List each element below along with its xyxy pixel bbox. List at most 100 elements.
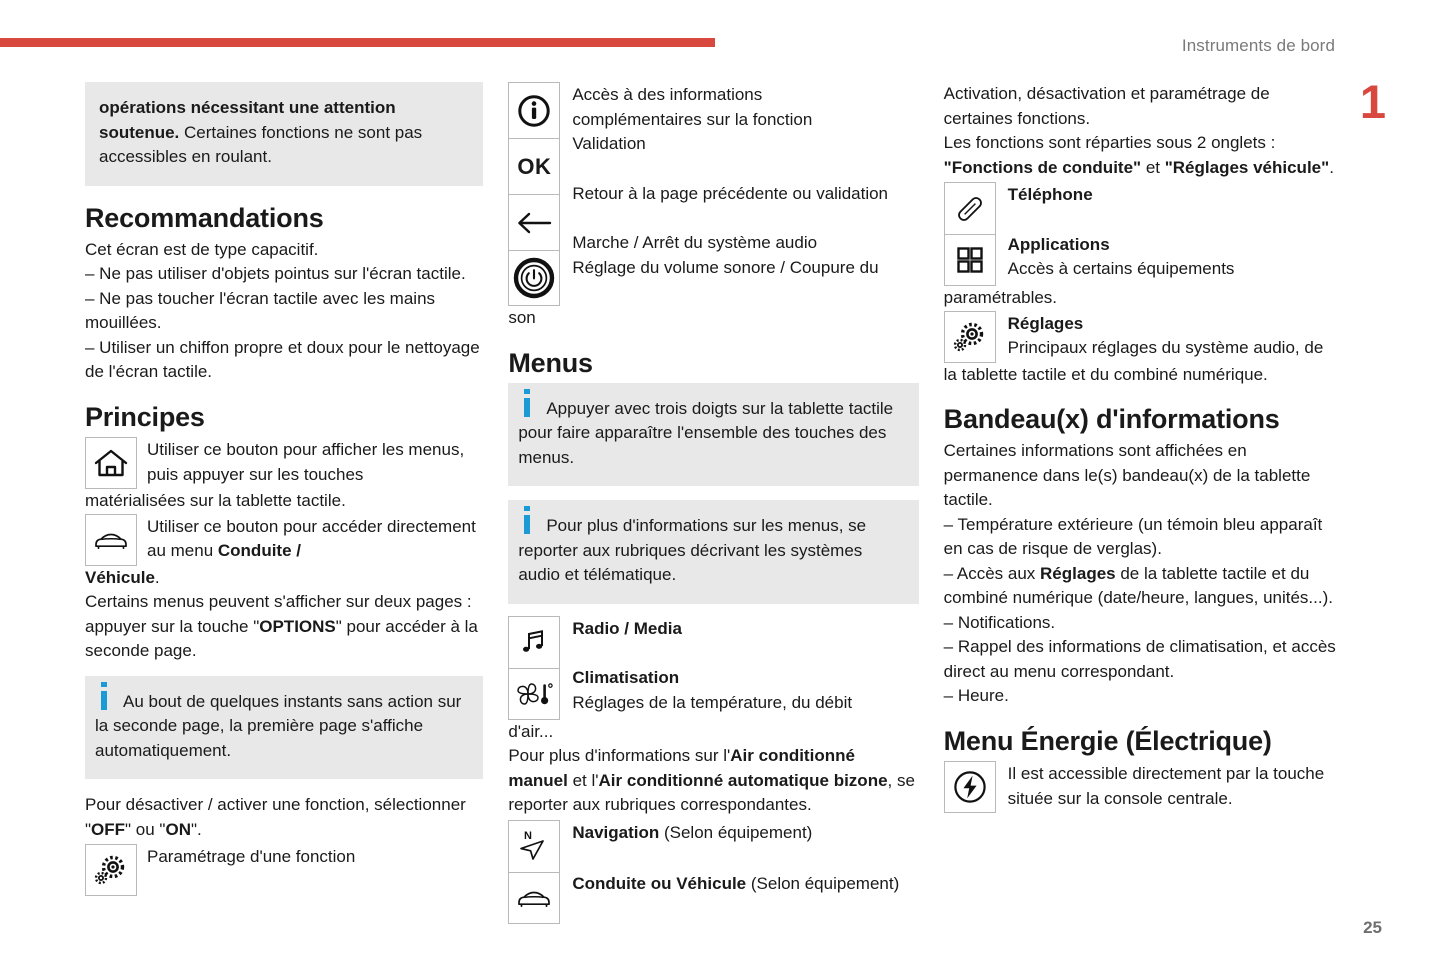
power-icon-box[interactable] xyxy=(508,250,561,306)
note-seconde-page-text: Au bout de quelques instants sans action… xyxy=(95,691,462,760)
col3-entries-group: Téléphone Applications Accès à certains … xyxy=(943,182,1340,286)
menu-icon-stack-2: N xyxy=(508,819,561,924)
column-middle: OK Accès à des informations complémentai… xyxy=(508,82,919,924)
tab-join: et xyxy=(1141,157,1165,177)
principes-car-period: . xyxy=(154,567,160,587)
col3-settings-title: Réglages xyxy=(1007,313,1084,333)
phone-icon-box[interactable] xyxy=(943,182,996,234)
bandeaux-bullet-2: – Accès aux Réglages de la tablette tact… xyxy=(944,562,1340,611)
home-icon-box[interactable] xyxy=(85,437,137,490)
car-icon xyxy=(92,529,130,551)
menu-entry-suffix-nav: (Selon équipement) xyxy=(659,822,813,842)
col3-settings-overflow: la tablette tactile et du combiné numéri… xyxy=(943,364,1268,384)
principes-gear-text: Paramétrage d'une fonction xyxy=(147,847,356,867)
note-box-seconde-page: Au bout de quelques instants sans action… xyxy=(85,675,484,780)
col3-entry-desc-apps: Accès à certains équipements xyxy=(1007,259,1235,278)
menu-entry-nav: Navigation (Selon équipement) xyxy=(572,821,918,846)
music-note-icon-box[interactable] xyxy=(508,615,561,668)
climate-fan-icon-box[interactable] xyxy=(508,667,561,720)
tab-label-1: "Fonctions de conduite" xyxy=(943,157,1142,177)
col3-entry-spacer xyxy=(1008,208,1340,233)
legend-power-overflow: son xyxy=(508,308,536,327)
principes-car-text: Utiliser ce bouton pour accéder directem… xyxy=(147,514,483,564)
gear-icon-box-reglages[interactable] xyxy=(943,310,996,363)
info-icon xyxy=(101,681,107,710)
gear-icon-box-principes[interactable] xyxy=(85,844,137,897)
col3-settings-row: Réglages Principaux réglages du système … xyxy=(943,310,1340,363)
toggle-off: OFF xyxy=(91,819,126,839)
principes-car-bold-2: Véhicule xyxy=(85,567,155,587)
col3-settings-desc: Principaux réglages du système audio, de xyxy=(1007,338,1324,357)
note-box-attention: opérations nécessitant une attention sou… xyxy=(85,82,484,186)
tab-label-2: "Réglages véhicule" xyxy=(1164,157,1330,177)
car-icon-box-principes[interactable] xyxy=(85,513,137,566)
tab-end: . xyxy=(1329,157,1334,177)
gear-icon xyxy=(93,854,129,886)
toggle-on: ON xyxy=(165,819,191,839)
navigation-icon-box[interactable]: N xyxy=(508,819,561,872)
legend-power-line-1: Marche / Arrêt du système audio xyxy=(572,233,818,252)
menu-entry-title-conduite: Conduite ou Véhicule xyxy=(572,874,747,894)
navigation-icon: N xyxy=(514,827,554,865)
principes-car-bold: Conduite / xyxy=(217,541,301,561)
clim-desc-overflow: d'air... xyxy=(508,721,554,741)
page-columns: opérations nécessitant une attention sou… xyxy=(85,82,1340,924)
bandeaux-b2-a: – Accès aux xyxy=(943,563,1041,583)
bandeaux-bullet-3: – Notifications. xyxy=(943,612,1056,632)
recommandations-bullet-1: – Ne pas utiliser d'objets pointus sur l… xyxy=(85,264,466,284)
principes-options-bold: OPTIONS xyxy=(259,616,336,636)
button-icon-stack: OK xyxy=(508,82,561,306)
column-right: Activation, désactivation et paramétrage… xyxy=(943,82,1340,924)
legend-back-line xyxy=(572,157,918,182)
apps-desc-overflow: paramétrables. xyxy=(943,288,1058,307)
energy-bolt-icon-box[interactable] xyxy=(943,761,996,814)
ok-icon: OK xyxy=(517,153,552,179)
col3-icon-stack xyxy=(943,182,996,286)
principes-toggle-text: Pour désactiver / activer une fonction, … xyxy=(85,793,483,842)
svg-text:N: N xyxy=(524,830,532,842)
menu-entry-title-radio: Radio / Media xyxy=(572,618,682,638)
legend-power-line-2: Réglage du volume sonore / Coupure du xyxy=(572,257,879,277)
info-circle-icon-box[interactable] xyxy=(508,82,561,138)
power-icon xyxy=(513,257,555,299)
col3-tabs-line: "Fonctions de conduite" et "Réglages véh… xyxy=(944,156,1340,181)
aircon-bold-2: manuel xyxy=(508,770,568,790)
col3-settings-texts: Réglages Principaux réglages du système … xyxy=(1008,311,1340,361)
apps-grid-icon xyxy=(956,246,984,274)
gear-icon xyxy=(952,321,988,353)
bandeaux-b2-bold: Réglages xyxy=(1040,563,1116,583)
bandeaux-bullet-4: – Rappel des informations de climatisati… xyxy=(943,637,1336,681)
section-heading-bandeaux: Bandeau(x) d'informations xyxy=(943,404,1280,434)
principes-options-text: Certains menus peuvent s'afficher sur de… xyxy=(85,590,483,664)
col3-entry-title-phone: Téléphone xyxy=(1007,185,1093,204)
aircon-bold-3: Air conditionné automatique bizone xyxy=(598,770,888,790)
aircon-bold-1: Air conditionné xyxy=(730,746,855,766)
music-note-icon xyxy=(519,627,549,657)
menu-entries-texts-1: Radio / Media Climatisation Réglages de … xyxy=(572,616,918,716)
page-number: 25 xyxy=(1363,918,1382,937)
section-heading-energie: Menu Énergie (Électrique) xyxy=(943,725,1272,756)
section-heading-recommandations: Recommandations xyxy=(85,202,324,233)
toggle-mid: " ou " xyxy=(125,819,166,839)
info-icon xyxy=(524,388,531,417)
legend-ok-line: Validation xyxy=(572,134,646,153)
column-left: opérations nécessitant une attention sou… xyxy=(85,82,484,924)
legend-info-line-1: Accès à des informations xyxy=(572,85,763,104)
principes-home-text-overflow: matérialisées sur la tablette tactile. xyxy=(85,491,346,511)
recommandations-intro: Cet écran est de type capacitif. xyxy=(85,239,319,259)
car-icon-box-menu[interactable] xyxy=(508,871,561,924)
bandeaux-bullet-1: – Température extérieure (un témoin bleu… xyxy=(943,514,1323,559)
col3-entry-title-apps: Applications xyxy=(1007,234,1110,254)
back-arrow-icon-box[interactable] xyxy=(508,194,561,250)
note-box-plus-infos: Pour plus d'informations sur les menus, … xyxy=(508,500,919,604)
legend-info-line-2: complémentaires sur la fonction xyxy=(572,109,813,129)
energy-bolt-icon xyxy=(951,768,989,806)
energie-row: Il est accessible directement par la tou… xyxy=(943,761,1340,814)
apps-grid-icon-box[interactable] xyxy=(943,234,996,286)
button-legend-texts: Accès à des informations complémentaires… xyxy=(572,82,918,280)
menu-entry-conduite: Conduite ou Véhicule (Selon équipement) xyxy=(572,872,918,897)
info-circle-icon xyxy=(516,93,552,129)
ok-icon-box[interactable]: OK xyxy=(508,138,561,194)
menu-entries-texts-2: Navigation (Selon équipement) Conduite o… xyxy=(572,820,918,897)
menu-entry-spacer xyxy=(572,641,918,666)
